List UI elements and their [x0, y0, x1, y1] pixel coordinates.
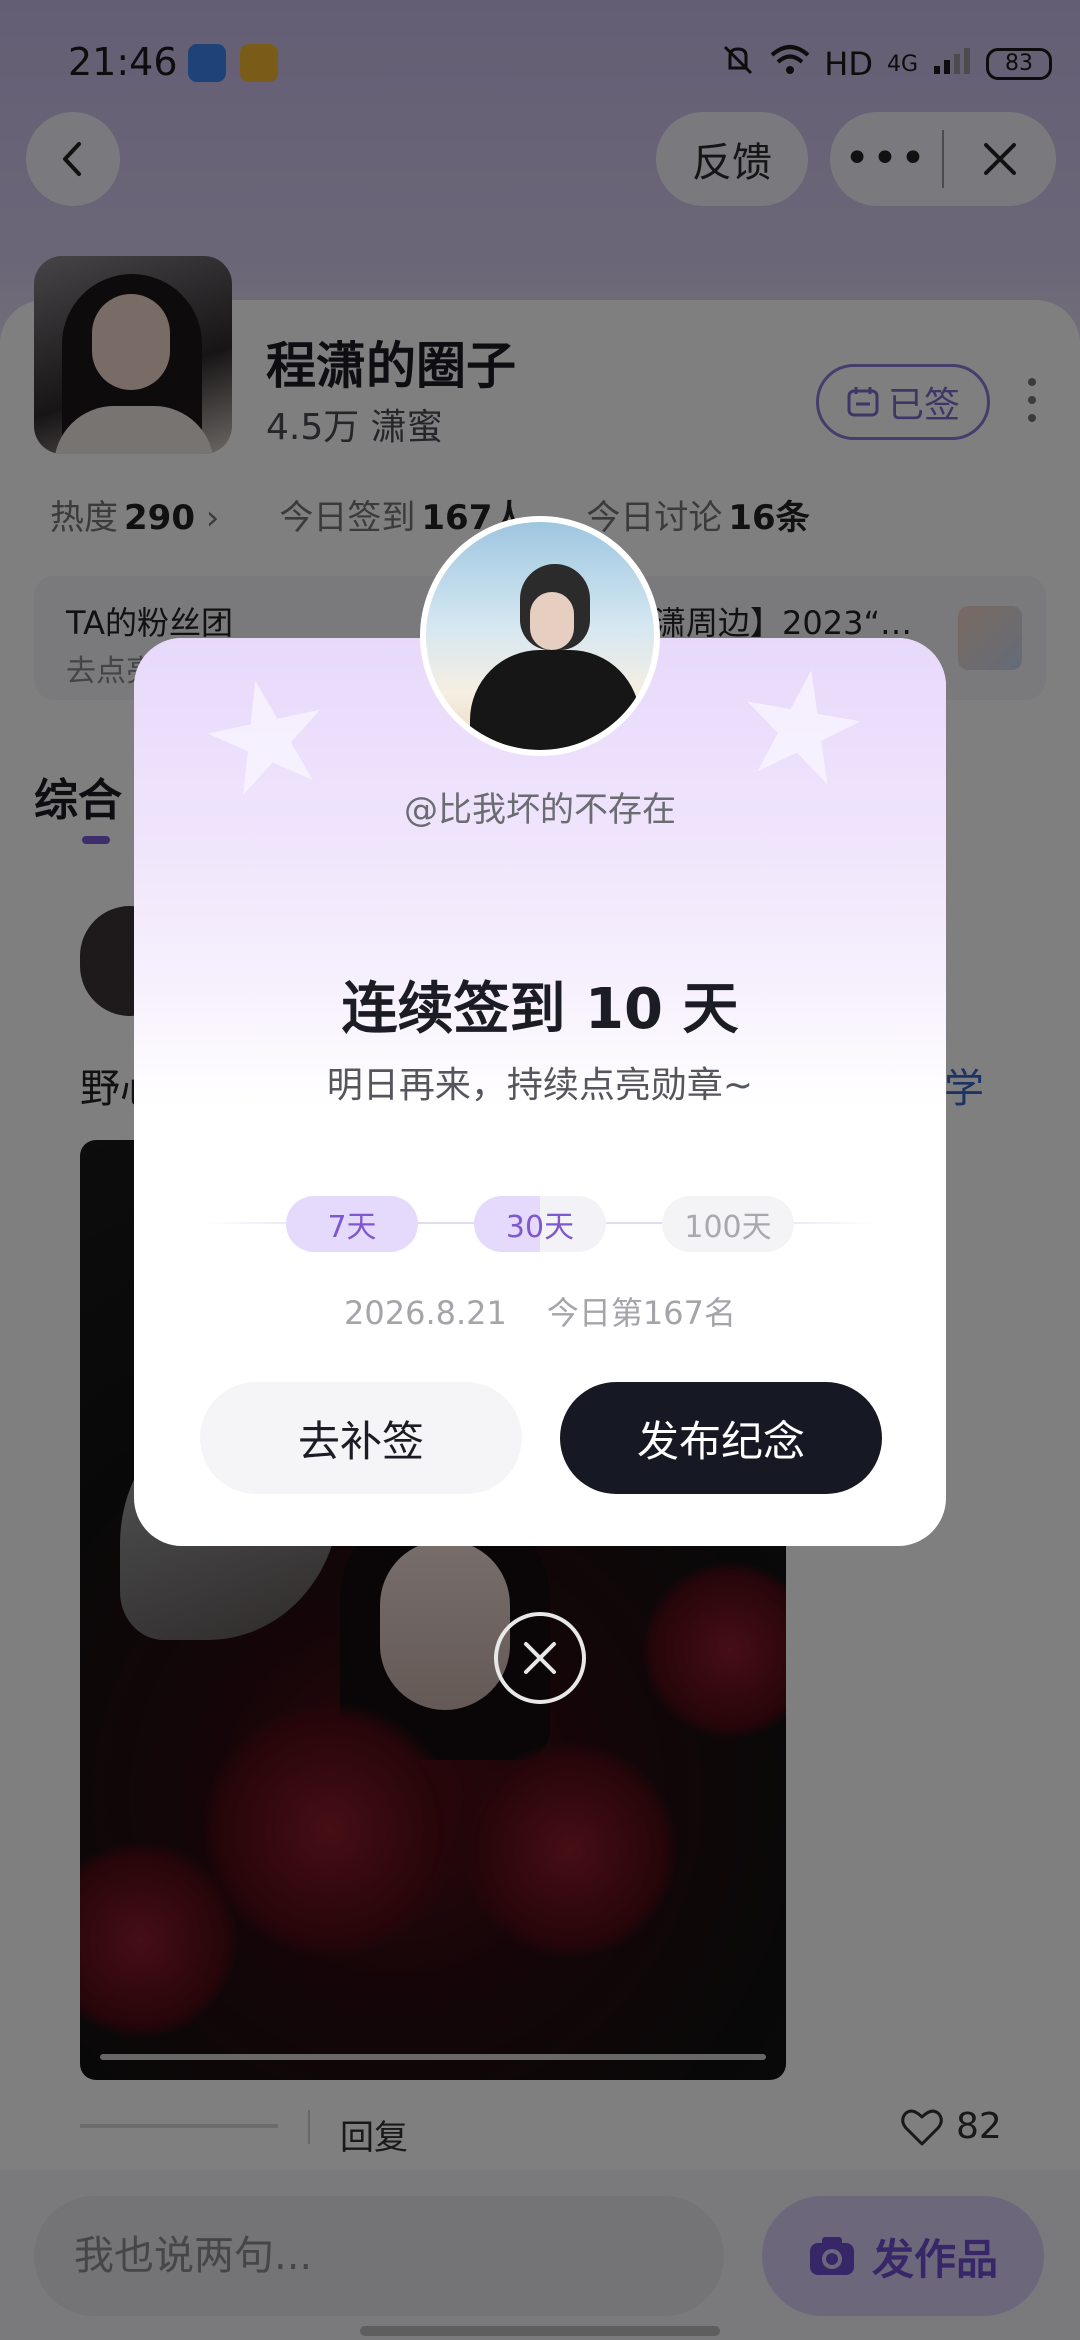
checkin-modal: ★ ★ @比我坏的不存在 连续签到 10 天 明日再来，持续点亮勋章~ 7天 3…: [134, 638, 946, 1546]
modal-close-button[interactable]: [494, 1612, 586, 1704]
modal-subtitle: 明日再来，持续点亮勋章~: [326, 1065, 754, 1106]
milestone-100-days: 100天: [662, 1196, 794, 1252]
milestone-7-days: 7天: [286, 1196, 418, 1252]
modal-title: 连续签到 10 天: [341, 977, 739, 1042]
checkin-rank: 今日第167名: [546, 1294, 736, 1332]
makeup-checkin-button[interactable]: 去补签: [200, 1382, 522, 1494]
close-icon: [524, 1642, 556, 1674]
user-avatar: [420, 516, 660, 756]
modal-username: @比我坏的不存在: [404, 790, 676, 830]
milestone-30-days: 30天: [474, 1196, 606, 1252]
publish-memorial-button[interactable]: 发布纪念: [560, 1382, 882, 1494]
checkin-meta: 2026.8.21 今日第167名: [134, 1288, 946, 1334]
checkin-date: 2026.8.21: [344, 1294, 507, 1332]
